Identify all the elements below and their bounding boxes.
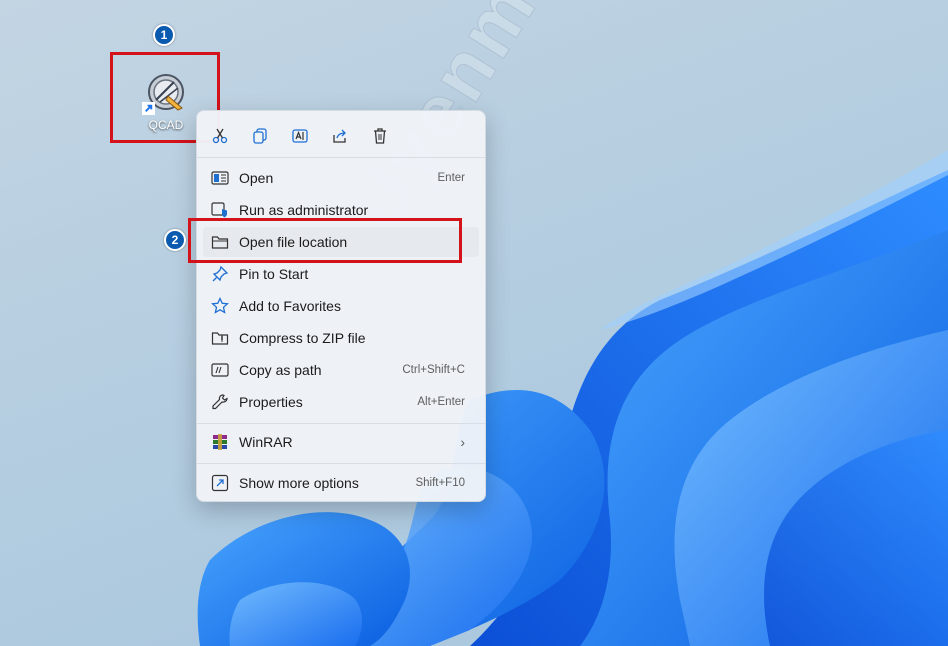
highlight-box-open-file-location [188, 218, 462, 263]
menu-item-label: Pin to Start [239, 266, 309, 282]
step-badge-1: 1 [153, 24, 175, 46]
menu-item-label: Compress to ZIP file [239, 330, 366, 346]
menu-separator [197, 423, 485, 424]
menu-item-copy-as-path[interactable]: Copy as path Ctrl+Shift+C [203, 355, 479, 385]
menu-item-label: Show more options [239, 475, 359, 491]
cut-icon [212, 128, 228, 144]
copy-icon [253, 128, 267, 144]
menu-item-open[interactable]: Open Enter [203, 163, 479, 193]
menu-separator [197, 463, 485, 464]
menu-item-label: Copy as path [239, 362, 322, 378]
pin-icon [212, 265, 229, 282]
menu-item-add-to-favorites[interactable]: Add to Favorites [203, 291, 479, 321]
context-menu: Open Enter Run as administrator Open fil… [196, 110, 486, 502]
menu-item-shortcut: Ctrl+Shift+C [402, 364, 465, 376]
menu-item-shortcut: Alt+Enter [417, 396, 465, 408]
chevron-right-icon: › [460, 434, 465, 450]
menu-item-label: Properties [239, 394, 303, 410]
menu-item-label: Add to Favorites [239, 298, 341, 314]
menu-item-show-more-options[interactable]: Show more options Shift+F10 [203, 468, 479, 498]
rename-icon [292, 129, 308, 143]
rename-button[interactable] [287, 123, 313, 149]
delete-button[interactable] [367, 123, 393, 149]
share-button[interactable] [327, 123, 353, 149]
menu-item-label: Run as administrator [239, 202, 369, 218]
star-icon [211, 297, 229, 314]
wrench-icon [212, 394, 228, 410]
menu-item-properties[interactable]: Properties Alt+Enter [203, 387, 479, 417]
menu-item-label: Open [239, 170, 274, 186]
shield-icon [211, 202, 227, 218]
menu-item-label: WinRAR [239, 434, 293, 450]
open-icon [211, 171, 229, 185]
menu-item-pin-to-start[interactable]: Pin to Start [203, 259, 479, 289]
menu-item-compress-zip[interactable]: Compress to ZIP file [203, 323, 479, 353]
zip-folder-icon [211, 332, 229, 345]
delete-icon [374, 128, 386, 144]
copy-button[interactable] [247, 123, 273, 149]
step-badge-2: 2 [164, 229, 186, 251]
menu-item-shortcut: Enter [437, 172, 466, 184]
menu-separator [197, 157, 485, 158]
path-icon [211, 363, 229, 377]
cut-button[interactable] [207, 123, 233, 149]
share-icon [333, 129, 346, 143]
winrar-icon [213, 434, 227, 450]
more-options-icon [211, 474, 229, 492]
menu-item-shortcut: Shift+F10 [415, 477, 465, 489]
menu-item-winrar[interactable]: WinRAR › [203, 427, 479, 457]
context-menu-toolbar [197, 119, 485, 151]
